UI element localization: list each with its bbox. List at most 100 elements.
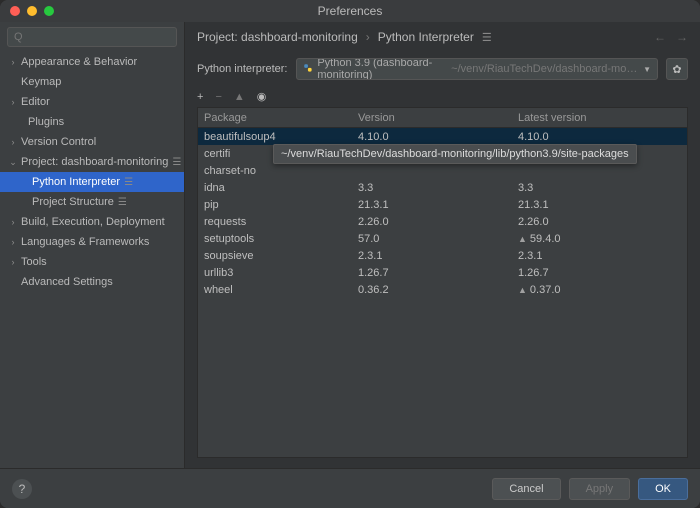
sidebar-item[interactable]: ›Languages & Frameworks [0,232,184,252]
cell-version: 2.26.0 [358,216,518,228]
table-row[interactable]: soupsieve2.3.12.3.1 [198,247,687,264]
preferences-window: Preferences ›Appearance & Behavior Keyma… [0,0,700,508]
interpreter-select[interactable]: Python 3.9 (dashboard-monitoring) ~/venv… [296,58,659,80]
cell-latest: ▲59.4.0 [518,233,687,245]
cell-package: wheel [198,284,358,296]
cell-package: idna [198,182,358,194]
package-table: Package Version Latest version beautiful… [197,107,688,458]
cancel-button[interactable]: Cancel [492,478,560,500]
sidebar-item-label: Editor [21,96,50,108]
dropdown-icon: ▼ [643,65,651,74]
header-version[interactable]: Version [358,112,518,124]
table-row[interactable]: beautifulsoup44.10.04.10.0 [198,128,687,145]
cell-package: urllib3 [198,267,358,279]
chevron-right-icon: › [366,30,370,44]
sidebar-item[interactable]: Project Structure ☰ [0,192,184,212]
chevron-right-icon: › [8,237,18,247]
cell-latest: 3.3 [518,182,687,194]
package-toolbar: + − ▲ ◉ [185,86,700,107]
cell-version: 4.10.0 [358,131,518,143]
cell-package: beautifulsoup4 [198,131,358,143]
python-icon [303,63,313,76]
nav-forward-icon[interactable]: → [676,30,688,44]
sidebar: ›Appearance & Behavior Keymap›EditorPlug… [0,22,185,468]
sidebar-item[interactable]: Advanced Settings [0,272,184,292]
breadcrumb-page: Python Interpreter [378,30,474,44]
content: ›Appearance & Behavior Keymap›EditorPlug… [0,22,700,468]
titlebar: Preferences [0,0,700,22]
chevron-right-icon: › [8,97,18,107]
chevron-right-icon: › [8,217,18,227]
sidebar-item-label: Languages & Frameworks [21,236,149,248]
gear-icon: ☰ [118,197,127,208]
sidebar-item[interactable]: ›Version Control [0,132,184,152]
settings-tree: ›Appearance & Behavior Keymap›EditorPlug… [0,52,184,468]
cell-version: 1.26.7 [358,267,518,279]
sidebar-item-label: Version Control [21,136,96,148]
help-button[interactable]: ? [12,479,32,499]
table-row[interactable]: pip21.3.121.3.1 [198,196,687,213]
table-row[interactable]: setuptools57.0▲59.4.0 [198,230,687,247]
maximize-icon[interactable] [44,6,54,16]
remove-package-button[interactable]: − [215,91,221,103]
cell-package: pip [198,199,358,211]
chevron-right-icon: › [8,137,18,147]
header-latest[interactable]: Latest version [518,112,687,124]
table-row[interactable]: idna3.33.3 [198,179,687,196]
table-header: Package Version Latest version [198,108,687,128]
cell-version: 0.36.2 [358,284,518,296]
cell-version: 2.3.1 [358,250,518,262]
cell-package: charset-no [198,165,358,177]
sidebar-item-label: Appearance & Behavior [21,56,137,68]
cell-latest: 2.3.1 [518,250,687,262]
cell-latest: 21.3.1 [518,199,687,211]
cell-version: 3.3 [358,182,518,194]
breadcrumb: Project: dashboard-monitoring › Python I… [185,22,700,52]
footer: ? Cancel Apply OK [0,468,700,508]
sidebar-item[interactable]: Keymap [0,72,184,92]
table-body: beautifulsoup44.10.04.10.0certificharset… [198,128,687,457]
interpreter-path: ~/venv/RiauTechDev/dashboard-monitoring/… [451,63,638,75]
cell-version: 57.0 [358,233,518,245]
table-row[interactable]: wheel0.36.2▲0.37.0 [198,281,687,298]
interpreter-settings-button[interactable]: ✿ [666,58,688,80]
upgrade-arrow-icon: ▲ [518,234,527,244]
cell-package: requests [198,216,358,228]
add-package-button[interactable]: + [197,91,203,103]
show-early-releases-button[interactable]: ◉ [257,90,267,103]
sidebar-item[interactable]: ›Build, Execution, Deployment [0,212,184,232]
sidebar-item[interactable]: Python Interpreter☰ [0,172,184,192]
sidebar-item[interactable]: ⌄Project: dashboard-monitoring☰ [0,152,184,172]
cell-package: setuptools [198,233,358,245]
sidebar-item[interactable]: Plugins [0,112,184,132]
apply-button[interactable]: Apply [569,478,631,500]
minimize-icon[interactable] [27,6,37,16]
header-package[interactable]: Package [198,112,358,124]
sidebar-item-label: Keymap [21,76,61,88]
sidebar-item-label: Project Structure [32,196,114,208]
interpreter-name: Python 3.9 (dashboard-monitoring) [317,58,446,80]
chevron-down-icon: ⌄ [8,157,18,168]
ok-button[interactable]: OK [638,478,688,500]
gear-icon: ☰ [172,157,181,168]
nav-back-icon[interactable]: ← [654,30,666,44]
gear-icon: ☰ [124,177,133,188]
interpreter-label: Python interpreter: [197,63,288,75]
table-row[interactable]: requests2.26.02.26.0 [198,213,687,230]
cell-latest: 4.10.0 [518,131,687,143]
cell-latest: ▲0.37.0 [518,284,687,296]
sidebar-item[interactable]: ›Editor [0,92,184,112]
sidebar-item-label: Tools [21,256,47,268]
table-row[interactable]: urllib31.26.71.26.7 [198,264,687,281]
table-row[interactable]: charset-no [198,162,687,179]
upgrade-package-button[interactable]: ▲ [234,91,245,103]
sidebar-item-label: Advanced Settings [21,276,113,288]
search-input[interactable] [7,27,177,47]
gear-icon: ✿ [672,63,681,76]
sidebar-item[interactable]: ›Tools [0,252,184,272]
interpreter-row: Python interpreter: Python 3.9 (dashboar… [185,52,700,86]
path-tooltip: ~/venv/RiauTechDev/dashboard-monitoring/… [273,144,637,164]
gear-icon: ☰ [482,31,492,44]
close-icon[interactable] [10,6,20,16]
sidebar-item[interactable]: ›Appearance & Behavior [0,52,184,72]
